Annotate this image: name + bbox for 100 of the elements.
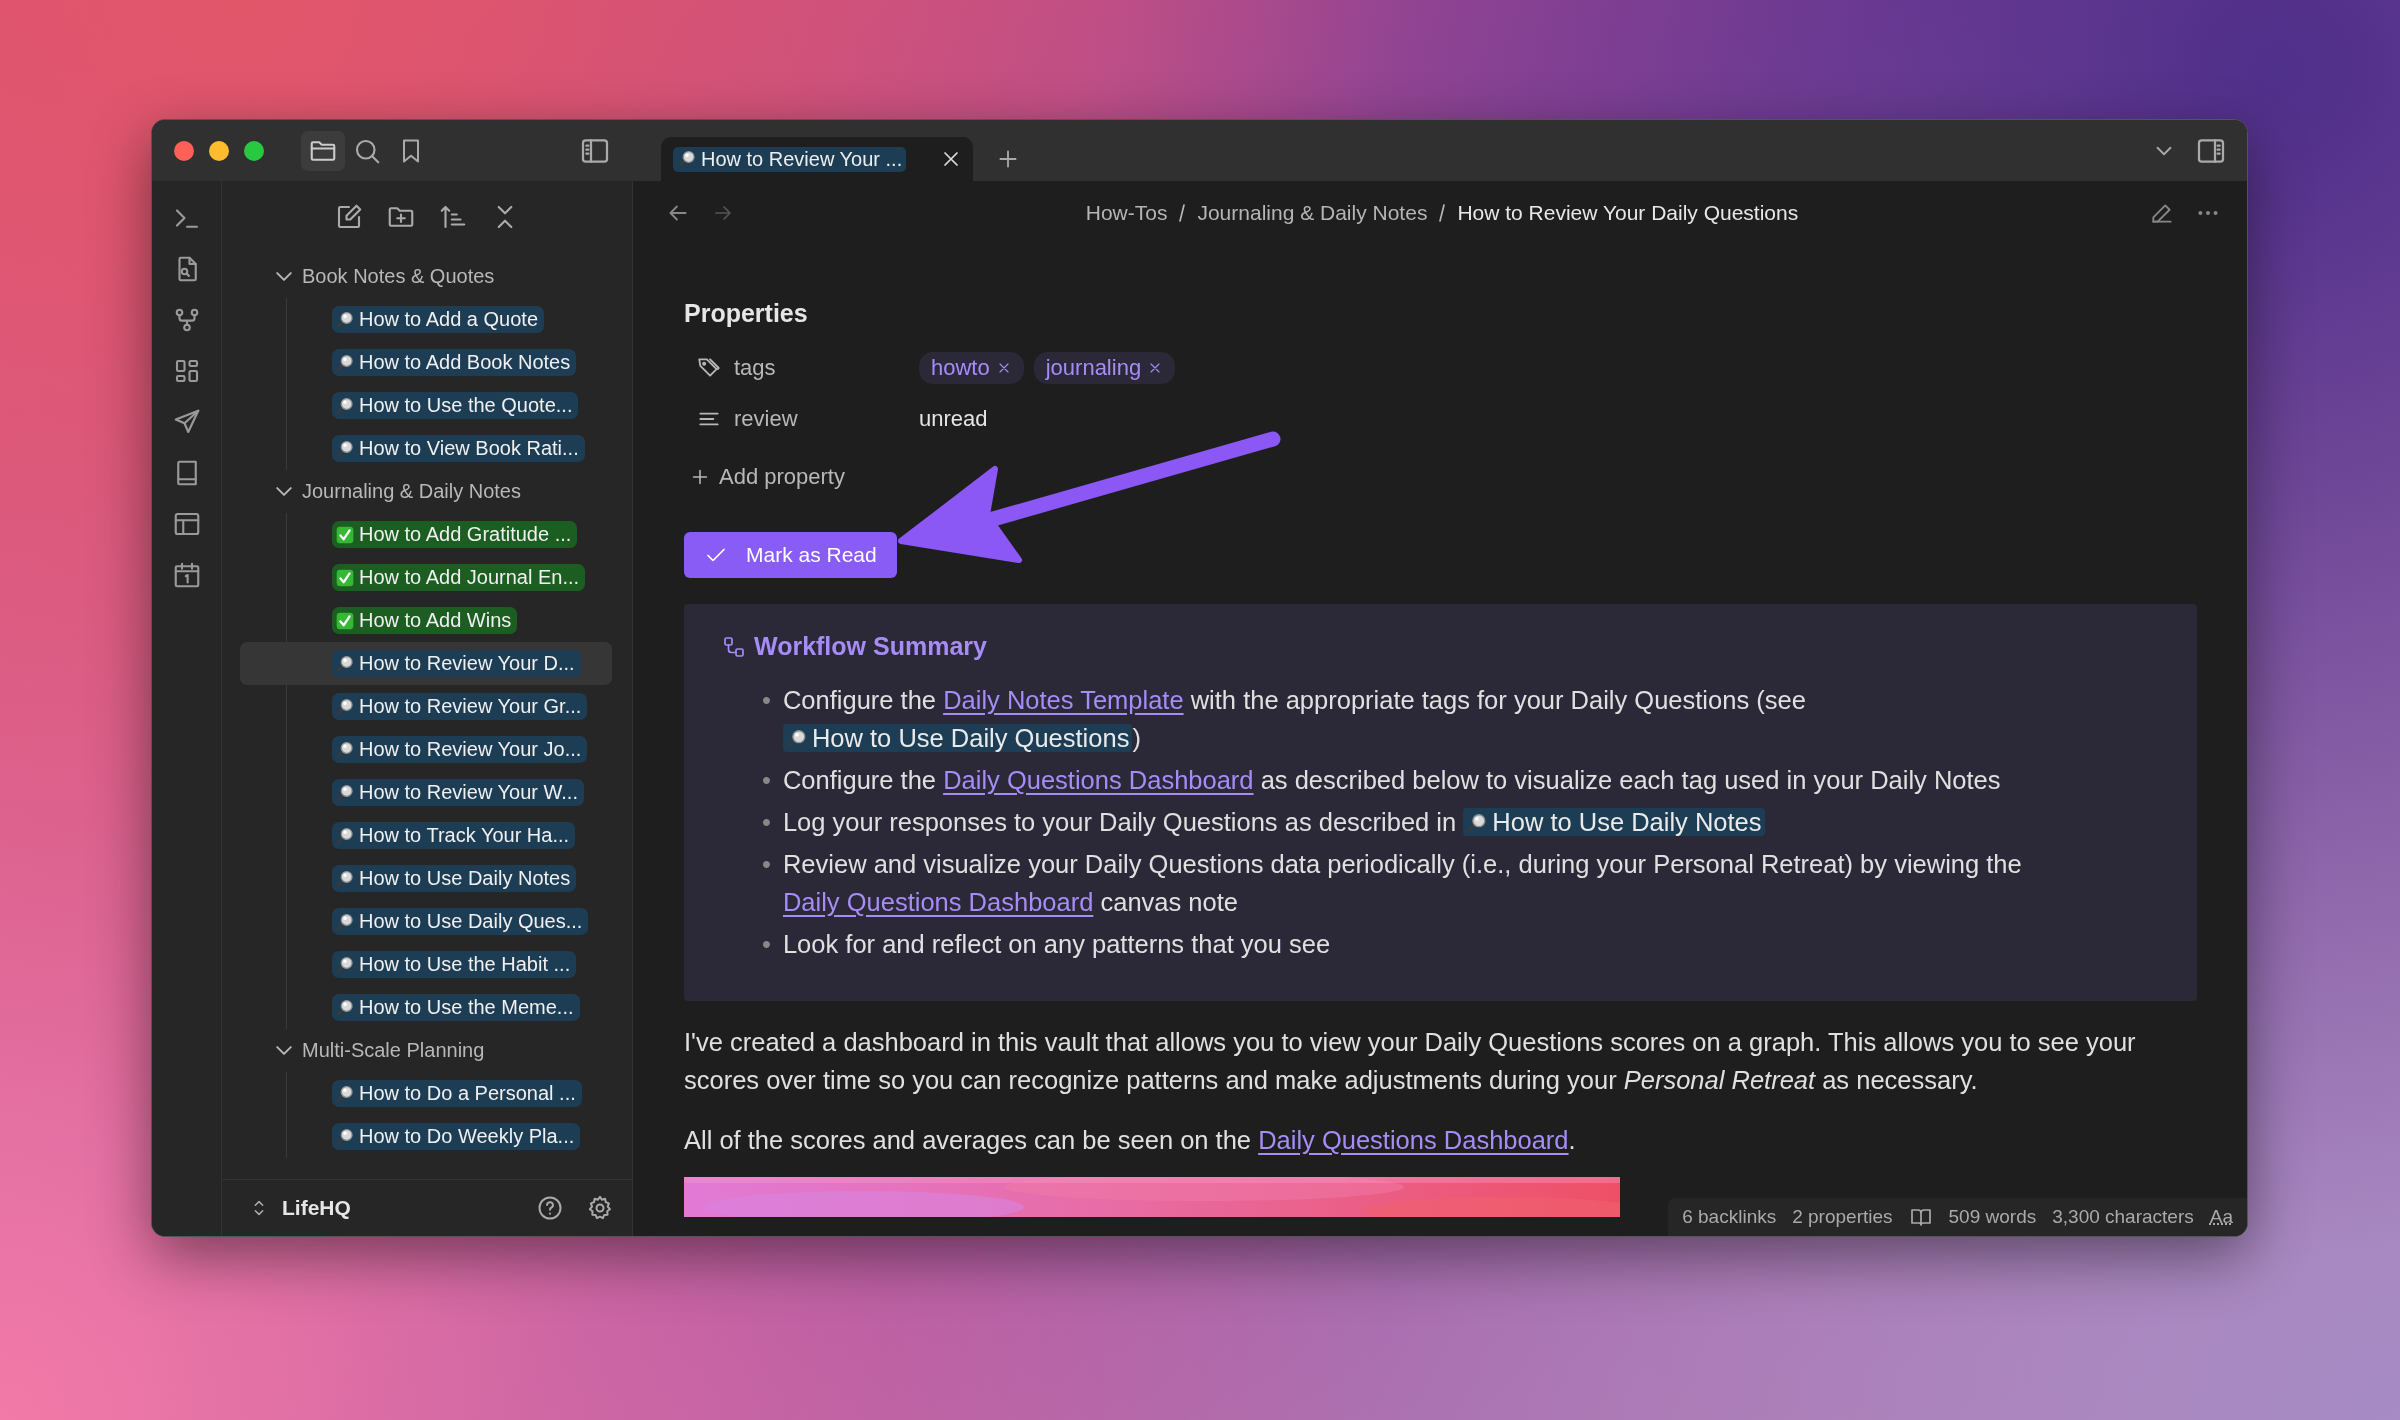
workflow-icon bbox=[722, 634, 746, 659]
breadcrumb-item[interactable]: How to Review Your Daily Questions bbox=[1457, 201, 1799, 225]
folder-row[interactable]: Book Notes & Quotes bbox=[240, 255, 612, 298]
backlinks-count[interactable]: 6 backlinks bbox=[1682, 1206, 1777, 1228]
file-row[interactable]: How to Add Book Notes bbox=[240, 341, 612, 384]
properties-heading: Properties bbox=[684, 299, 809, 328]
magnifier-icon bbox=[677, 149, 697, 169]
file-row[interactable]: How to View Book Rati... bbox=[240, 427, 612, 470]
file-row[interactable]: How to Do a Personal ... bbox=[240, 1072, 612, 1115]
magnifier-icon bbox=[335, 954, 355, 975]
file-name: How to View Book Rati... bbox=[332, 435, 585, 462]
magnifier-icon bbox=[335, 782, 355, 803]
tab-title: How to Review Your ... bbox=[673, 146, 907, 172]
file-name: How to Add Journal En... bbox=[332, 564, 586, 591]
file-name: How to Add Gratitude ... bbox=[332, 521, 578, 548]
word-count: 509 words bbox=[1948, 1206, 2037, 1228]
help-icon[interactable] bbox=[536, 1194, 564, 1222]
file-name: How to Add Wins bbox=[332, 607, 518, 634]
bullet-item: Configure the Daily Questions Dashboard as described below to visualize each tag used in your Daily Notes bbox=[782, 765, 2001, 796]
bullet-marker: • bbox=[762, 849, 771, 880]
character-count: 3,300 characters bbox=[2052, 1206, 2194, 1228]
zoom-window-button[interactable] bbox=[244, 140, 264, 161]
checkmark-icon bbox=[335, 567, 355, 588]
magnifier-icon bbox=[335, 352, 355, 373]
file-row[interactable]: How to Use the Habit ... bbox=[240, 943, 612, 986]
chevron-icon bbox=[276, 487, 292, 496]
bullet-marker: • bbox=[762, 685, 771, 716]
magnifier-icon bbox=[335, 438, 355, 459]
magnifier-icon bbox=[335, 1083, 355, 1104]
folder-row[interactable]: Journaling & Daily Notes bbox=[240, 470, 612, 513]
file-row[interactable]: How to Do Weekly Pla... bbox=[240, 1115, 612, 1158]
callout-title: Workflow Summary bbox=[754, 632, 987, 661]
bullet-item: Look for and reflect on any patterns that you see bbox=[782, 929, 1331, 960]
bullet-item: Review and visualize your Daily Questions data periodically (i.e., during your Personal Retreat) by viewing the Daily Questions Dashboard canvas note bbox=[782, 849, 2023, 918]
file-row[interactable]: How to Review Your W... bbox=[240, 771, 612, 814]
file-name: How to Add Book Notes bbox=[332, 349, 577, 376]
font-button[interactable]: Aa bbox=[2209, 1206, 2233, 1228]
breadcrumb-item[interactable]: How-Tos bbox=[1085, 201, 1168, 225]
magnifier-icon bbox=[335, 739, 355, 760]
bullet-marker: • bbox=[762, 929, 771, 960]
properties-count[interactable]: 2 properties bbox=[1792, 1206, 1893, 1228]
magnifier-icon bbox=[335, 825, 355, 846]
file-name: How to Do a Personal ... bbox=[332, 1080, 582, 1107]
file-name: How to Review Your Gr... bbox=[332, 693, 588, 720]
chevron-icon bbox=[276, 1046, 292, 1055]
file-row[interactable]: How to Use the Quote... bbox=[240, 384, 612, 427]
close-window-button[interactable] bbox=[174, 140, 194, 161]
magnifier-icon bbox=[335, 911, 355, 932]
file-name: How to Do Weekly Pla... bbox=[332, 1123, 581, 1150]
files-tab[interactable] bbox=[301, 130, 345, 171]
tag-pill[interactable]: journaling bbox=[1033, 351, 1176, 384]
file-name: How to Use Daily Notes bbox=[332, 865, 577, 892]
tag-pill[interactable]: howto bbox=[919, 351, 1024, 384]
settings-icon[interactable] bbox=[586, 1194, 614, 1222]
chevron-icon bbox=[276, 272, 292, 281]
magnifier-icon bbox=[335, 696, 355, 717]
bullet-item: Configure the Daily Notes Template with the appropriate tags for your Daily Questions (see How to Use Daily Questions) bbox=[782, 685, 1807, 754]
file-row[interactable]: How to Review Your D... bbox=[240, 642, 612, 685]
file-row[interactable]: How to Use Daily Ques... bbox=[240, 900, 612, 943]
link[interactable]: Daily Questions Dashboard bbox=[1258, 1126, 1569, 1154]
file-row[interactable]: How to Track Your Ha... bbox=[240, 814, 612, 857]
note-link[interactable]: How to Use Daily Notes bbox=[1463, 808, 1765, 836]
magnifier-icon bbox=[785, 728, 808, 750]
add-property-button[interactable]: Add property bbox=[684, 464, 845, 490]
file-name: How to Add a Quote bbox=[332, 306, 544, 333]
paragraph: I've created a dashboard in this vault that allows you to view your Daily Questions scores on a graph. This allows you to see your scores over time so you can recognize patterns and make adjustments during your Personal Retreat as necessary. bbox=[684, 1027, 2137, 1096]
magnifier-icon bbox=[335, 395, 355, 416]
file-name: How to Use the Meme... bbox=[332, 994, 580, 1021]
file-row[interactable]: How to Add Wins bbox=[240, 599, 612, 642]
property-value[interactable]: unread bbox=[919, 405, 988, 432]
file-row[interactable]: How to Review Your Jo... bbox=[240, 728, 612, 771]
slash-icon bbox=[1437, 202, 1448, 224]
mark-as-read-button[interactable]: Mark as Read bbox=[684, 532, 897, 578]
property-name: review bbox=[734, 405, 798, 432]
file-name: How to Use Daily Ques... bbox=[332, 908, 589, 935]
file-row[interactable]: How to Review Your Gr... bbox=[240, 685, 612, 728]
file-row[interactable]: How to Add Gratitude ... bbox=[240, 513, 612, 556]
link[interactable]: Daily Notes Template bbox=[943, 686, 1184, 714]
slash-icon bbox=[1177, 202, 1188, 224]
breadcrumb-item[interactable]: Journaling & Daily Notes bbox=[1197, 201, 1428, 225]
note-link[interactable]: How to Use Daily Questions bbox=[782, 724, 1133, 752]
note-tab[interactable]: How to Review Your ... bbox=[661, 137, 973, 181]
file-name: How to Review Your Jo... bbox=[332, 736, 588, 763]
link[interactable]: Daily Questions Dashboard bbox=[782, 888, 1094, 916]
checkmark-icon bbox=[335, 524, 355, 545]
vault-name[interactable]: LifeHQ bbox=[282, 1196, 351, 1220]
file-row[interactable]: How to Use the Meme... bbox=[240, 986, 612, 1029]
minimize-window-button[interactable] bbox=[209, 140, 229, 161]
magnifier-icon bbox=[335, 309, 355, 330]
file-row[interactable]: How to Add Journal En... bbox=[240, 556, 612, 599]
file-row[interactable]: How to Use Daily Notes bbox=[240, 857, 612, 900]
folder-row[interactable]: Multi-Scale Planning bbox=[240, 1029, 612, 1072]
magnifier-icon bbox=[335, 1126, 355, 1147]
bullet-marker: • bbox=[762, 807, 771, 838]
file-row[interactable]: How to Add a Quote bbox=[240, 298, 612, 341]
bullet-marker: • bbox=[762, 765, 771, 796]
magnifier-icon bbox=[335, 868, 355, 889]
link[interactable]: Daily Questions Dashboard bbox=[943, 766, 1254, 794]
paragraph: All of the scores and averages can be seen on the Daily Questions Dashboard. bbox=[684, 1125, 1577, 1156]
file-name: How to Use the Habit ... bbox=[332, 951, 577, 978]
